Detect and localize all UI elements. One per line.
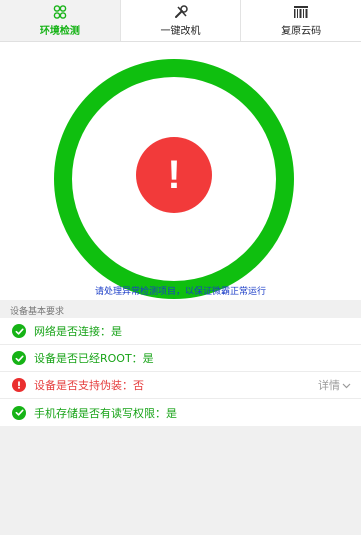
details-link[interactable]: 详情 [318,377,351,393]
tab-label: 一键改机 [160,26,201,37]
check-list: 网络是否连接：是 设备是否已经ROOT：是 设备是否支持伪装：否 详情 手机存储… [0,318,361,426]
barcode-icon [293,4,309,20]
check-ok-icon [12,324,26,338]
check-text: 网络是否连接：是 [34,325,122,338]
tab-label: 环境检测 [39,26,80,37]
check-item-storage: 手机存储是否有读写权限：是 [0,399,361,426]
tab-environment-check[interactable]: 环境检测 [0,0,120,41]
notice-text: 请处理异常检测项目，以保证微霸正常运行 [94,287,266,297]
check-text: 手机存储是否有读写权限：是 [34,406,177,420]
tab-label: 复原云码 [281,26,322,37]
tools-icon [173,4,189,20]
tab-restore-cloud-code[interactable]: 复原云码 [240,0,361,41]
check-ok-icon [12,405,26,420]
check-text: 设备是否已经ROOT：是 [34,352,154,365]
environment-check-screen: 环境检测 一键改机 复原云码 ! 请处理异常检测项目，以保证微霸正常运行 设备基… [0,0,361,535]
alert-icon[interactable]: ! [136,137,212,213]
status-panel: ! 请处理异常检测项目，以保证微霸正常运行 [0,42,361,300]
details-label: 详情 [318,379,340,392]
error-icon [12,378,26,392]
check-item-root: 设备是否已经ROOT：是 [0,345,361,372]
check-item-disguise[interactable]: 设备是否支持伪装：否 详情 [0,372,361,399]
tab-one-click-modify[interactable]: 一键改机 [119,0,241,41]
check-text: 设备是否支持伪装：否 [34,379,144,392]
check-item-network: 网络是否连接：是 [0,318,361,345]
section-title: 设备基本要求 [10,307,65,317]
chevron-down-icon [342,379,351,392]
top-tab-bar: 环境检测 一键改机 复原云码 [0,0,361,42]
people-icon [52,4,68,20]
check-ok-icon [12,351,26,365]
alert-symbol: ! [167,153,181,197]
